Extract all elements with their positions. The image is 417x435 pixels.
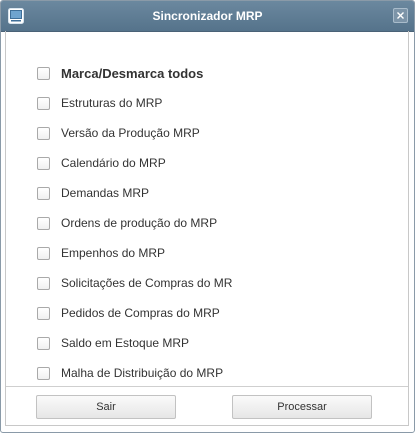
select-all-label: Marca/Desmarca todos xyxy=(61,65,204,81)
option-label: Pedidos de Compras do MRP xyxy=(61,306,220,320)
option-label: Empenhos do MRP xyxy=(61,246,166,260)
checkbox-solicitacoes-compras[interactable] xyxy=(37,276,50,290)
option-label: Saldo em Estoque MRP xyxy=(61,336,190,350)
option-label: Malha de Distribuição do MRP xyxy=(61,366,224,380)
option-label: Solicitações de Compras do MR xyxy=(61,276,233,290)
checkbox-ordens-producao[interactable] xyxy=(37,216,50,230)
option-label: Versão da Produção MRP xyxy=(61,126,200,140)
footer-divider xyxy=(6,386,408,387)
exit-button[interactable]: Sair xyxy=(36,395,176,419)
checkbox-empenhos[interactable] xyxy=(37,246,50,260)
option-label: Ordens de produção do MRP xyxy=(61,216,218,230)
window-title: Sincronizador MRP xyxy=(152,9,263,23)
option-demandas[interactable]: Demandas MRP xyxy=(37,178,232,208)
close-icon xyxy=(397,12,404,19)
sincronizador-dialog: Sincronizador MRP Marca/Desmarca todos E… xyxy=(0,0,415,433)
option-pedidos-compras[interactable]: Pedidos de Compras do MRP xyxy=(37,298,232,328)
select-all-checkbox[interactable] xyxy=(37,66,50,80)
select-all-option[interactable]: Marca/Desmarca todos xyxy=(37,58,232,88)
option-label: Estruturas do MRP xyxy=(61,96,163,110)
option-calendario[interactable]: Calendário do MRP xyxy=(37,148,232,178)
option-saldo-estoque[interactable]: Saldo em Estoque MRP xyxy=(37,328,232,358)
option-label: Demandas MRP xyxy=(61,186,150,200)
option-versao-producao[interactable]: Versão da Produção MRP xyxy=(37,118,232,148)
option-estruturas[interactable]: Estruturas do MRP xyxy=(37,88,232,118)
checkbox-estruturas[interactable] xyxy=(37,96,50,110)
checkbox-pedidos-compras[interactable] xyxy=(37,306,50,320)
option-empenhos[interactable]: Empenhos do MRP xyxy=(37,238,232,268)
checkbox-demandas[interactable] xyxy=(37,186,50,200)
sync-options-list: Marca/Desmarca todos Estruturas do MRP V… xyxy=(37,58,232,388)
title-bar[interactable]: Sincronizador MRP xyxy=(1,1,414,32)
checkbox-versao-producao[interactable] xyxy=(37,126,50,140)
option-label: Calendário do MRP xyxy=(61,156,166,170)
process-button[interactable]: Processar xyxy=(232,395,372,419)
option-ordens-producao[interactable]: Ordens de produção do MRP xyxy=(37,208,232,238)
close-button[interactable] xyxy=(393,8,408,23)
checkbox-malha-distribuicao[interactable] xyxy=(37,366,50,380)
option-solicitacoes-compras[interactable]: Solicitações de Compras do MR xyxy=(37,268,232,298)
checkbox-saldo-estoque[interactable] xyxy=(37,336,50,350)
option-malha-distribuicao[interactable]: Malha de Distribuição do MRP xyxy=(37,358,232,388)
checkbox-calendario[interactable] xyxy=(37,156,50,170)
